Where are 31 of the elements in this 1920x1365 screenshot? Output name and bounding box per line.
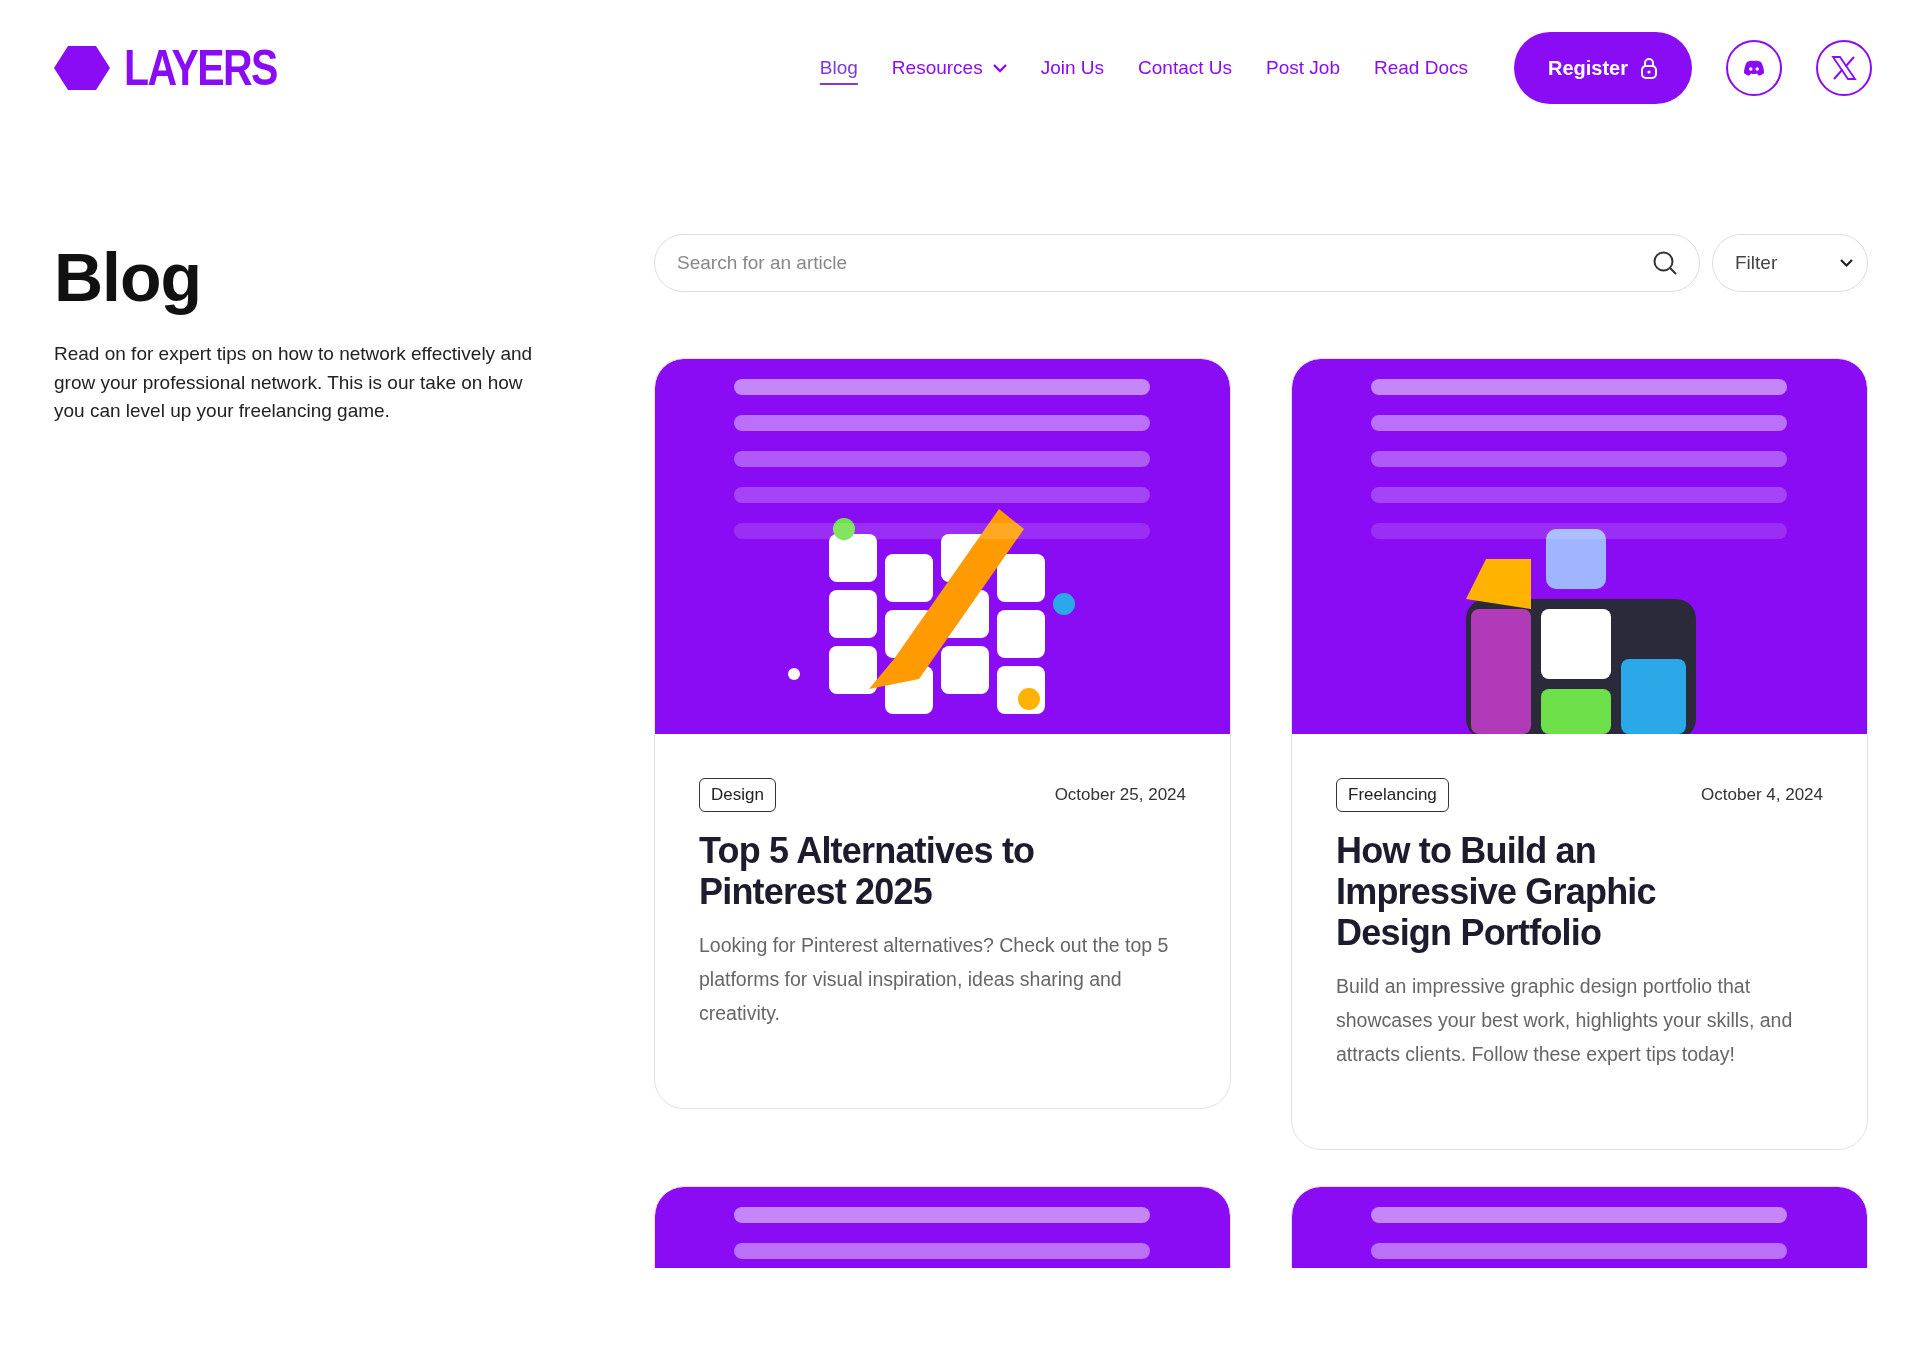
x-logo-icon (1831, 55, 1857, 81)
category-tag[interactable]: Design (699, 778, 776, 812)
post-title[interactable]: Top 5 Alternatives to Pinterest 2025 (699, 830, 1119, 912)
post-date: October 25, 2024 (1054, 785, 1186, 805)
post-date: October 4, 2024 (1701, 785, 1823, 805)
logo-text: LAYERS (124, 39, 277, 97)
discord-button[interactable] (1726, 40, 1782, 96)
post-card[interactable]: Design October 25, 2024 Top 5 Alternatives to Pinterest 2025 Looking for Pinterest alternatives? Check out the top 5 platforms for visual inspiration, ideas sharing and creativity. (654, 358, 1231, 1109)
post-card[interactable] (1291, 358, 1868, 1150)
chevron-down-icon (1840, 259, 1853, 267)
nav-link[interactable]: Join Us (1040, 53, 1105, 83)
nav-link[interactable]: Read Docs (1373, 53, 1468, 83)
nav-link[interactable]: Resources (891, 53, 1007, 83)
filter-select[interactable]: Filter (1712, 234, 1868, 292)
discord-icon (1743, 60, 1765, 76)
nav-link[interactable]: Post Job (1266, 53, 1340, 83)
search-field[interactable]: Search for an article (654, 234, 1700, 292)
post-excerpt: Build an impressive graphic design portfolio that showcases your best work, highlights your skills, and attracts clients. Follow these expert tips today! (1336, 974, 1794, 1067)
logo-icon (54, 46, 110, 90)
chevron-down-icon (992, 63, 1007, 73)
nav-link[interactable]: Contact Us (1138, 53, 1233, 83)
page-title: Blog (54, 238, 203, 317)
x-button[interactable] (1816, 40, 1872, 96)
post-excerpt: Looking for Pinterest alternatives? Check out the top 5 platforms for visual inspiration, ideas sharing and creativity. (699, 933, 1170, 1026)
lock-icon (1640, 57, 1658, 79)
page-description: Read on for expert tips on how to network effectively and grow your professional network. This is our take on how you can level up your freelancing game. (54, 342, 534, 423)
search-icon (1652, 250, 1678, 276)
register-button[interactable]: Register (1513, 32, 1692, 104)
nav-link[interactable]: Blog (819, 53, 858, 83)
post-title[interactable]: How to Build an Impressive Graphic Design Portfolio (1336, 830, 1756, 953)
category-tag[interactable]: Freelancing (1336, 778, 1449, 812)
